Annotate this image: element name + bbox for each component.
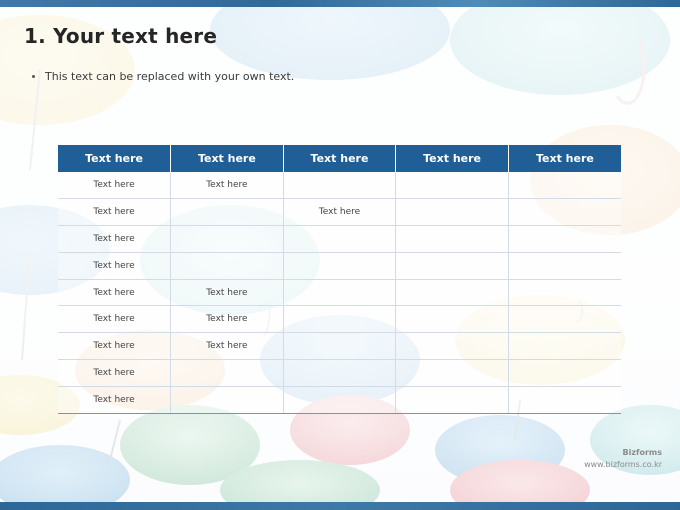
table-cell [395,305,509,334]
table-row: Text here Text here [58,332,621,361]
table-cell [395,332,509,361]
table-row: Text here [58,225,621,253]
table-cell [170,359,284,387]
table-row: Text here Text here [58,279,621,307]
table-header-cell: Text here [58,145,171,172]
table-cell: Text here [58,172,171,200]
table-cell [507,386,621,414]
table-row: Text here [58,252,621,280]
table-cell [170,225,284,253]
table-cell [507,252,621,280]
brand-block: Bizforms www.bizforms.co.kr [584,448,662,469]
table-cell [282,279,396,307]
table-cell: Text here [282,198,396,227]
table-cell [395,279,509,307]
table-cell: Text here [58,305,171,334]
table-header-row: Text here Text here Text here Text here … [58,145,621,172]
table-cell [282,225,396,253]
table-cell [507,225,621,253]
table-cell [507,305,621,334]
table-cell [282,252,396,280]
table-header-cell: Text here [170,145,284,172]
table-cell: Text here [58,225,171,253]
table-cell [507,359,621,387]
table-cell [507,198,621,227]
table-cell [170,252,284,280]
bullet-item: This text can be replaced with your own … [32,70,294,83]
table-header-cell: Text here [395,145,509,172]
table-cell [395,198,509,227]
table-cell [395,359,509,387]
table-cell [282,332,396,361]
top-accent-bar [0,0,680,7]
table-cell: Text here [170,332,284,361]
table-cell: Text here [58,359,171,387]
table-header-cell: Text here [507,145,621,172]
table-cell [507,172,621,200]
table-cell [282,172,396,200]
brand-name: Bizforms [622,448,662,457]
bullet-text: This text can be replaced with your own … [45,70,295,83]
table-cell [170,198,284,227]
table-row: Text here Text here [58,172,621,200]
table-cell: Text here [170,172,284,200]
table-cell [507,279,621,307]
table-cell [282,386,396,414]
table-cell: Text here [170,279,284,307]
table-cell: Text here [58,252,171,280]
table-row: Text here Text here [58,305,621,334]
table-cell [395,172,509,200]
table-cell [507,332,621,361]
brand-url: www.bizforms.co.kr [584,460,662,469]
slide-title: 1. Your text here [24,24,218,48]
table-cell: Text here [58,279,171,307]
bottom-accent-bar [0,502,680,510]
table-cell [395,386,509,414]
data-table: Text here Text here Text here Text here … [58,145,621,414]
table-row: Text here [58,386,621,414]
table-cell [395,252,509,280]
table-cell: Text here [58,198,171,227]
table-cell: Text here [170,305,284,334]
table-row: Text here Text here [58,198,621,227]
bullet-dot-icon [32,75,35,78]
table-cell [282,305,396,334]
table-cell [395,225,509,253]
table-cell: Text here [58,332,171,361]
table-cell: Text here [58,386,171,414]
table-row: Text here [58,359,621,387]
table-header-cell: Text here [282,145,396,172]
table-cell [282,359,396,387]
table-cell [170,386,284,414]
